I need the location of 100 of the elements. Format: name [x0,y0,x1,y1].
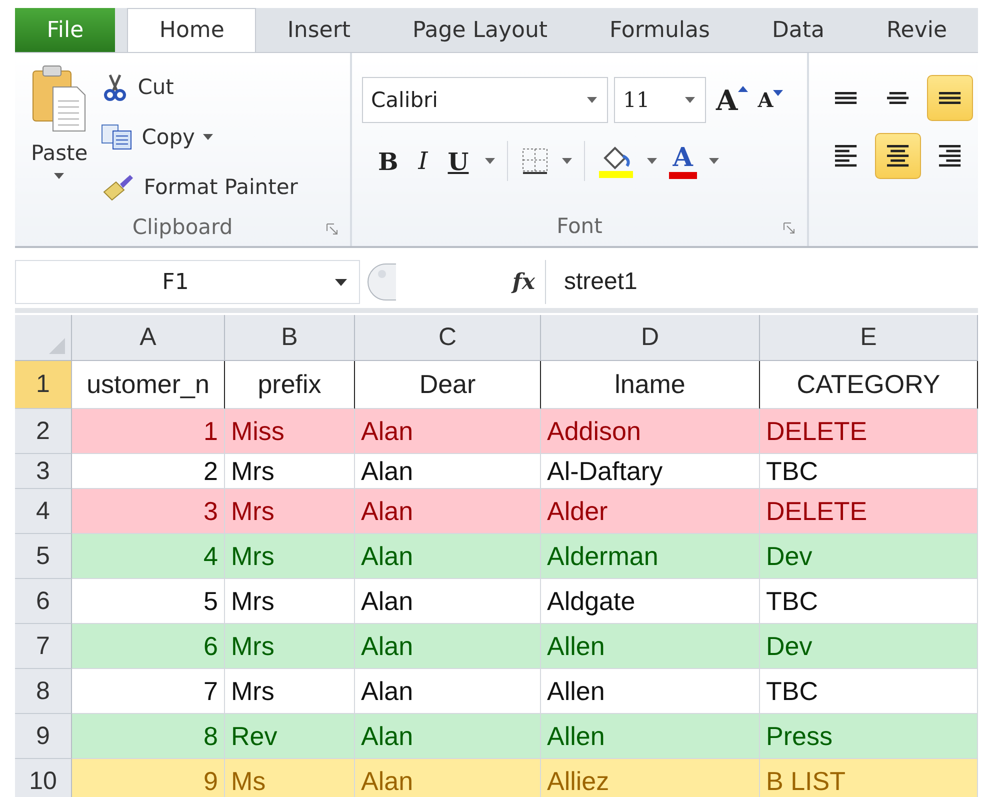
table-cell: Alan [355,579,541,624]
table-cell: DELETE [760,409,978,454]
up-triangle-icon [738,86,748,92]
dialog-launcher-icon[interactable] [326,223,338,235]
table-cell: Miss [225,409,355,454]
ribbon-tab[interactable]: Home [127,8,256,52]
font-size-dropdown[interactable]: 11 [614,77,706,123]
table-cell: Alan [355,454,541,489]
ribbon-tab[interactable]: Page Layout [382,8,579,52]
table-cell: TBC [760,669,978,714]
caret-icon [335,278,347,286]
group-label: Font [556,214,602,238]
table-cell: 5 [72,579,225,624]
table-cell: Alan [355,489,541,534]
table-cell: TBC [760,454,978,489]
paste-button[interactable]: Paste [31,63,88,193]
font-style-button[interactable]: U [444,146,473,176]
ribbon-tab[interactable]: Formulas [578,8,741,52]
table-cell: Alan [355,759,541,797]
clipboard-command[interactable]: Cut [100,67,298,107]
caret-icon [54,173,64,179]
shrink-font-button[interactable]: A [754,88,784,112]
table-cell: Mrs [225,624,355,669]
table-cell: Ms [225,759,355,797]
row-header[interactable]: 4 [15,489,72,534]
clipboard-command[interactable]: Copy [100,117,298,157]
table-cell: Addison [541,409,760,454]
copy-icon [100,123,134,151]
caret-icon[interactable] [484,158,495,164]
table-cell: 3 [72,489,225,534]
caret-icon [685,97,695,103]
group-label: Clipboard [132,214,233,238]
table-cell: Aldgate [541,579,760,624]
table-cell: Mrs [225,454,355,489]
table-cell: Alderman [541,534,760,579]
table-cell: Press [760,714,978,759]
align-lines-icon [887,92,909,104]
font-name-dropdown[interactable]: Calibri [362,77,608,123]
row-header[interactable]: 1 [15,361,72,409]
ribbon-tab[interactable]: Revie [856,8,978,52]
ribbon-tab[interactable]: Insert [256,8,382,52]
table-cell: Mrs [225,489,355,534]
table-cell: Mrs [225,579,355,624]
table-cell: 4 [72,534,225,579]
align-button[interactable] [875,133,921,179]
formula-field[interactable]: street1 [545,260,978,304]
clipboard-icon [31,63,88,133]
ribbon-tab[interactable]: File [15,8,116,52]
row-header[interactable]: 10 [15,759,72,797]
row-header[interactable]: 9 [15,714,72,759]
table-cell: DELETE [760,489,978,534]
row-header[interactable]: 8 [15,669,72,714]
row-header[interactable]: 5 [15,534,72,579]
caret-icon[interactable] [646,158,657,164]
align-lines-icon [887,145,909,167]
column-header[interactable]: E [760,315,978,360]
column-header[interactable]: B [225,315,355,360]
font-style-button[interactable]: I [414,147,432,175]
caret-icon[interactable] [562,158,572,164]
caret-icon [587,97,597,103]
table-cell: 9 [72,759,225,797]
table-cell: Alan [355,624,541,669]
row-header[interactable]: 3 [15,454,72,489]
name-box[interactable]: F1 [15,260,360,304]
table-cell: Rev [225,714,355,759]
grow-font-button[interactable]: A [712,84,748,116]
table-cell: 2 [72,454,225,489]
table-cell: TBC [760,579,978,624]
table-cell: Dev [760,534,978,579]
caret-icon[interactable] [202,134,213,140]
row-header[interactable]: 2 [15,409,72,454]
column-header[interactable]: A [72,315,225,360]
align-button[interactable] [927,75,973,121]
fill-bucket-icon[interactable] [596,144,635,178]
row-header[interactable]: 7 [15,624,72,669]
align-lines-icon [939,145,961,167]
table-cell: Alan [355,714,541,759]
table-cell: Allen [541,714,760,759]
borders-icon[interactable] [520,146,550,176]
table-cell: 8 [72,714,225,759]
table-cell: 1 [72,409,225,454]
column-header[interactable]: C [355,315,541,360]
insert-function-button[interactable]: fx [512,269,535,295]
table-cell: Alder [541,489,760,534]
table-cell: Mrs [225,534,355,579]
clipboard-command[interactable]: Format Painter [100,167,298,207]
ribbon-tab[interactable]: Data [740,8,856,52]
down-triangle-icon [773,90,784,96]
column-header[interactable]: D [541,315,760,360]
table-cell: Dev [760,624,978,669]
table-cell: 6 [72,624,225,669]
font-color-button[interactable]: A [668,144,697,178]
caret-icon[interactable] [708,158,719,164]
row-header[interactable]: 6 [15,579,72,624]
table-cell: Allen [541,669,760,714]
font-style-button[interactable]: B [374,146,402,176]
dialog-launcher-icon[interactable] [783,222,795,234]
align-lines-icon [835,92,857,104]
align-lines-icon [939,92,961,104]
align-lines-icon [835,145,857,167]
